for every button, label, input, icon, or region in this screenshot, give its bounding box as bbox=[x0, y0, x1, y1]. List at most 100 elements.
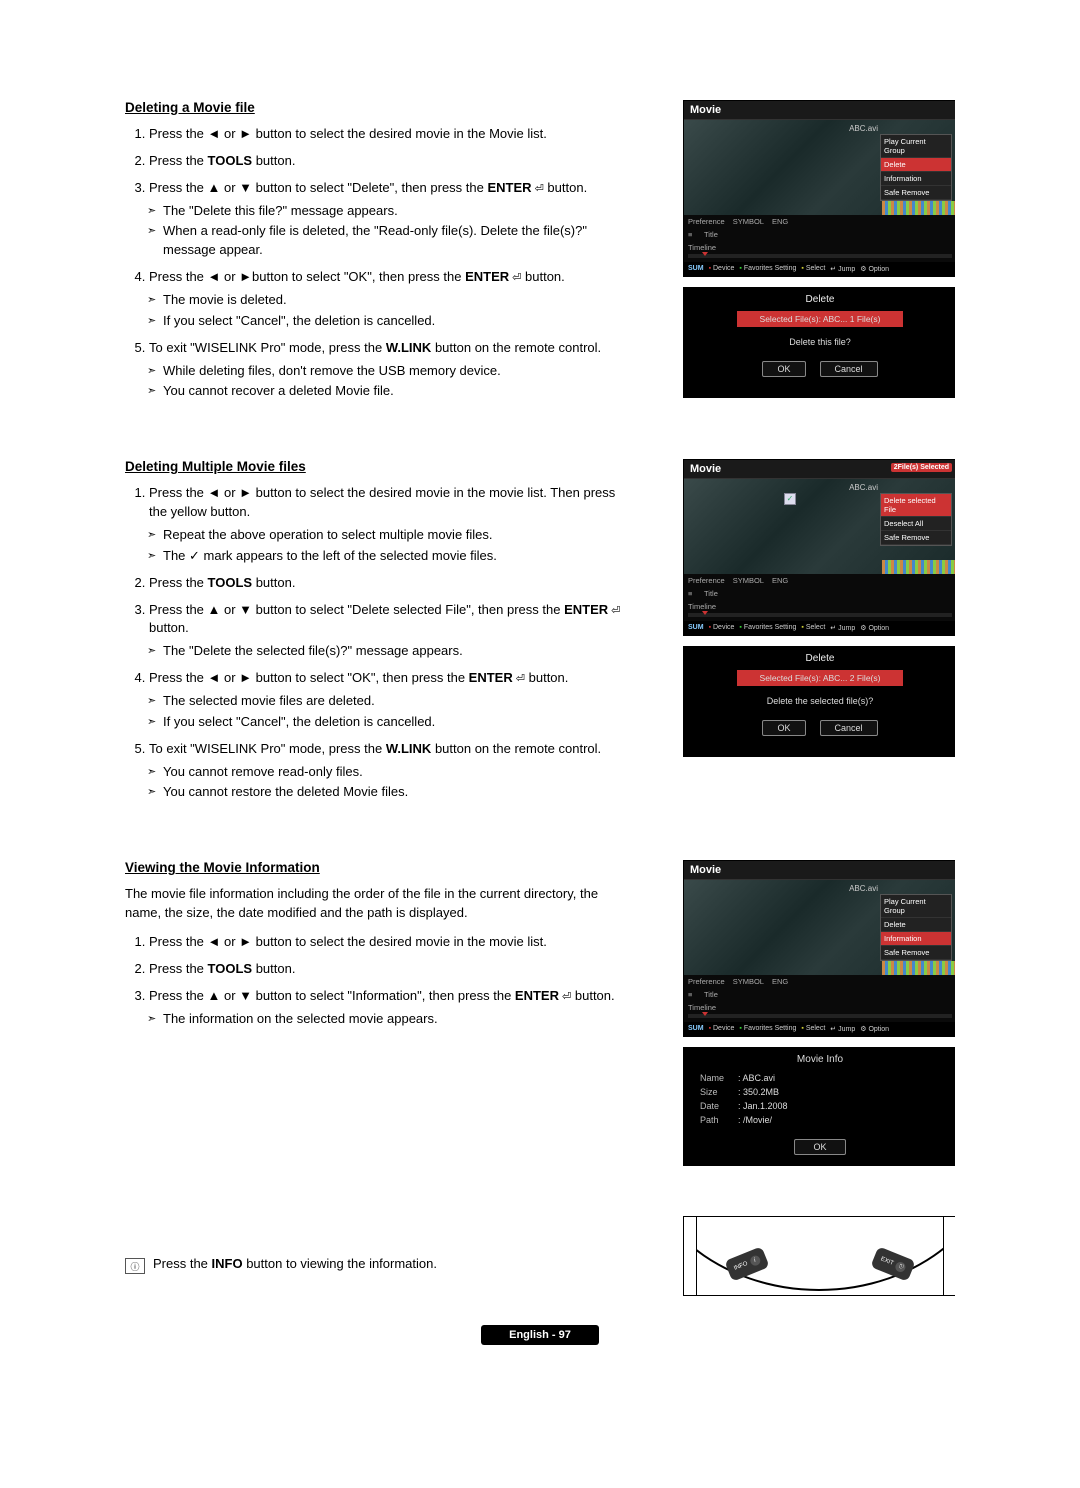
dlg2-selected: Selected File(s): ABC... 2 File(s) bbox=[737, 670, 903, 686]
s1-step3-sub1: The "Delete this file?" message appears. bbox=[163, 202, 625, 221]
tv1-menu-delete: Delete bbox=[881, 158, 951, 172]
s2-step5-sub1: You cannot remove read-only files. bbox=[163, 763, 625, 782]
steps-delete-movie: Press the ◄ or ► button to select the de… bbox=[125, 125, 625, 401]
tv1-select: Select bbox=[801, 265, 825, 273]
s1-step1: Press the ◄ or ► button to select the de… bbox=[149, 126, 547, 141]
tv-screenshot-3: Movie ABC.avi Play Current Group Delete … bbox=[683, 860, 955, 1037]
s3-step3-sub1: The information on the selected movie ap… bbox=[163, 1010, 625, 1029]
tv1-title: Movie bbox=[684, 101, 955, 120]
tv1-eng: ENG bbox=[772, 217, 788, 226]
tv-screenshot-2: Movie 2File(s) Selected ABC.avi ✓ Delete… bbox=[683, 459, 955, 636]
tv3-menu-delete: Delete bbox=[881, 918, 951, 932]
thumb-strip-icon bbox=[882, 560, 955, 574]
tv1-pref: Preference bbox=[688, 217, 725, 226]
tv1-titletab: Title bbox=[704, 230, 718, 239]
dlg2-message: Delete the selected file(s)? bbox=[684, 692, 955, 710]
tv1-jump: Jump bbox=[830, 265, 855, 273]
tv3-context-menu: Play Current Group Delete Information Sa… bbox=[880, 894, 952, 961]
tv1-fav: Favorites Setting bbox=[739, 265, 796, 273]
tv1-menu-play: Play Current Group bbox=[881, 135, 951, 158]
dlg1-ok-button: OK bbox=[762, 361, 805, 377]
s1-step4-sub2: If you select "Cancel", the deletion is … bbox=[163, 312, 625, 331]
tv1-context-menu: Play Current Group Delete Information Sa… bbox=[880, 134, 952, 201]
s2-step5-sub2: You cannot restore the deleted Movie fil… bbox=[163, 783, 625, 802]
dlg1-title: Delete bbox=[684, 288, 955, 311]
info-note-text: Press the INFO button to viewing the inf… bbox=[153, 1256, 437, 1274]
dlg1-cancel-button: Cancel bbox=[820, 361, 878, 377]
thumb-strip-icon bbox=[882, 961, 955, 975]
s1-step5-sub1: While deleting files, don't remove the U… bbox=[163, 362, 625, 381]
remote-diagram: INFOi EXIT⎋ bbox=[683, 1216, 955, 1296]
tv1-sym: SYMBOL bbox=[733, 217, 764, 226]
s1-step4-sub1: The movie is deleted. bbox=[163, 291, 625, 310]
tv1-sum: SUM bbox=[688, 265, 704, 273]
s2-step3: Press the ▲ or ▼ button to select "Delet… bbox=[149, 602, 620, 636]
s1-step3: Press the ▲ or ▼ button to select "Delet… bbox=[149, 180, 587, 195]
tv2-title: Movie 2File(s) Selected bbox=[684, 460, 955, 479]
info-date-val: : Jan.1.2008 bbox=[738, 1101, 788, 1111]
tv2-menu-safe: Safe Remove bbox=[881, 531, 951, 545]
tv3-menu-info: Information bbox=[881, 932, 951, 946]
s2-step1-sub2: The ✓ mark appears to the left of the se… bbox=[163, 547, 625, 566]
tv1-menu-safe: Safe Remove bbox=[881, 186, 951, 200]
s2-step3-sub1: The "Delete the selected file(s)?" messa… bbox=[163, 642, 625, 661]
s3-intro: The movie file information including the… bbox=[125, 885, 625, 923]
dlg2-title: Delete bbox=[684, 647, 955, 670]
s1-step3-sub2: When a read-only file is deleted, the "R… bbox=[163, 222, 625, 260]
dlg2-ok-button: OK bbox=[762, 720, 805, 736]
steps-viewing-info: Press the ◄ or ► button to select the de… bbox=[125, 933, 625, 1028]
s2-step5: To exit "WISELINK Pro" mode, press the W… bbox=[149, 741, 601, 756]
heading-delete-movie: Deleting a Movie file bbox=[125, 100, 625, 115]
tv1-option: ⚙ Option bbox=[860, 265, 889, 273]
info-size-val: : 350.2MB bbox=[738, 1087, 779, 1097]
s1-step2: Press the TOOLS button. bbox=[149, 153, 295, 168]
movie-info-box: Movie Info Name: ABC.avi Size: 350.2MB D… bbox=[683, 1047, 955, 1166]
s2-step1: Press the ◄ or ► button to select the de… bbox=[149, 485, 615, 519]
dialog-delete-1: Delete Selected File(s): ABC... 1 File(s… bbox=[683, 287, 955, 398]
s1-step5-sub2: You cannot recover a deleted Movie file. bbox=[163, 382, 625, 401]
tv1-filename: ABC.avi bbox=[849, 124, 878, 133]
heading-viewing-info: Viewing the Movie Information bbox=[125, 860, 625, 875]
tv3-menu-safe: Safe Remove bbox=[881, 946, 951, 960]
info-note-icon: ⓘ bbox=[125, 1258, 145, 1274]
heading-delete-multiple: Deleting Multiple Movie files bbox=[125, 459, 625, 474]
info-title: Movie Info bbox=[684, 1048, 955, 1071]
s2-step4: Press the ◄ or ► button to select "OK", … bbox=[149, 670, 568, 685]
info-name-val: : ABC.avi bbox=[738, 1073, 775, 1083]
thumb-strip-icon bbox=[882, 201, 955, 215]
tv1-device: Device bbox=[709, 265, 735, 273]
tv2-menu-deselect: Deselect All bbox=[881, 517, 951, 531]
tv2-context-menu: Delete selected File Deselect All Safe R… bbox=[880, 493, 952, 546]
s2-step4-sub2: If you select "Cancel", the deletion is … bbox=[163, 713, 625, 732]
s3-step3: Press the ▲ or ▼ button to select "Infor… bbox=[149, 988, 615, 1003]
tv3-title: Movie bbox=[684, 861, 955, 880]
dialog-delete-2: Delete Selected File(s): ABC... 2 File(s… bbox=[683, 646, 955, 757]
s2-step2: Press the TOOLS button. bbox=[149, 575, 295, 590]
tv3-filename: ABC.avi bbox=[849, 884, 878, 893]
tv3-menu-play: Play Current Group bbox=[881, 895, 951, 918]
info-path-key: Path bbox=[700, 1115, 738, 1125]
steps-delete-multiple: Press the ◄ or ► button to select the de… bbox=[125, 484, 625, 802]
s2-step4-sub1: The selected movie files are deleted. bbox=[163, 692, 625, 711]
s2-step1-sub1: Repeat the above operation to select mul… bbox=[163, 526, 625, 545]
tv1-menu-info: Information bbox=[881, 172, 951, 186]
tv-screenshot-1: Movie ABC.avi Play Current Group Delete … bbox=[683, 100, 955, 277]
tv2-filename: ABC.avi bbox=[849, 483, 878, 492]
s1-step4: Press the ◄ or ►button to select "OK", t… bbox=[149, 269, 565, 284]
info-size-key: Size bbox=[700, 1087, 738, 1097]
dlg2-cancel-button: Cancel bbox=[820, 720, 878, 736]
info-path-val: : /Movie/ bbox=[738, 1115, 772, 1125]
dlg1-selected: Selected File(s): ABC... 1 File(s) bbox=[737, 311, 903, 327]
info-ok-button: OK bbox=[794, 1139, 845, 1155]
info-name-key: Name bbox=[700, 1073, 738, 1083]
s3-step2: Press the TOOLS button. bbox=[149, 961, 295, 976]
tv2-selected-badge: 2File(s) Selected bbox=[891, 463, 952, 472]
tv1-timeline: Timeline bbox=[688, 243, 716, 252]
dlg1-message: Delete this file? bbox=[684, 333, 955, 351]
page-footer: English - 97 bbox=[481, 1325, 599, 1345]
s3-step1: Press the ◄ or ► button to select the de… bbox=[149, 934, 547, 949]
s1-step5: To exit "WISELINK Pro" mode, press the W… bbox=[149, 340, 601, 355]
checkmark-icon: ✓ bbox=[784, 493, 796, 505]
tv2-menu-delsel: Delete selected File bbox=[881, 494, 951, 517]
info-date-key: Date bbox=[700, 1101, 738, 1111]
